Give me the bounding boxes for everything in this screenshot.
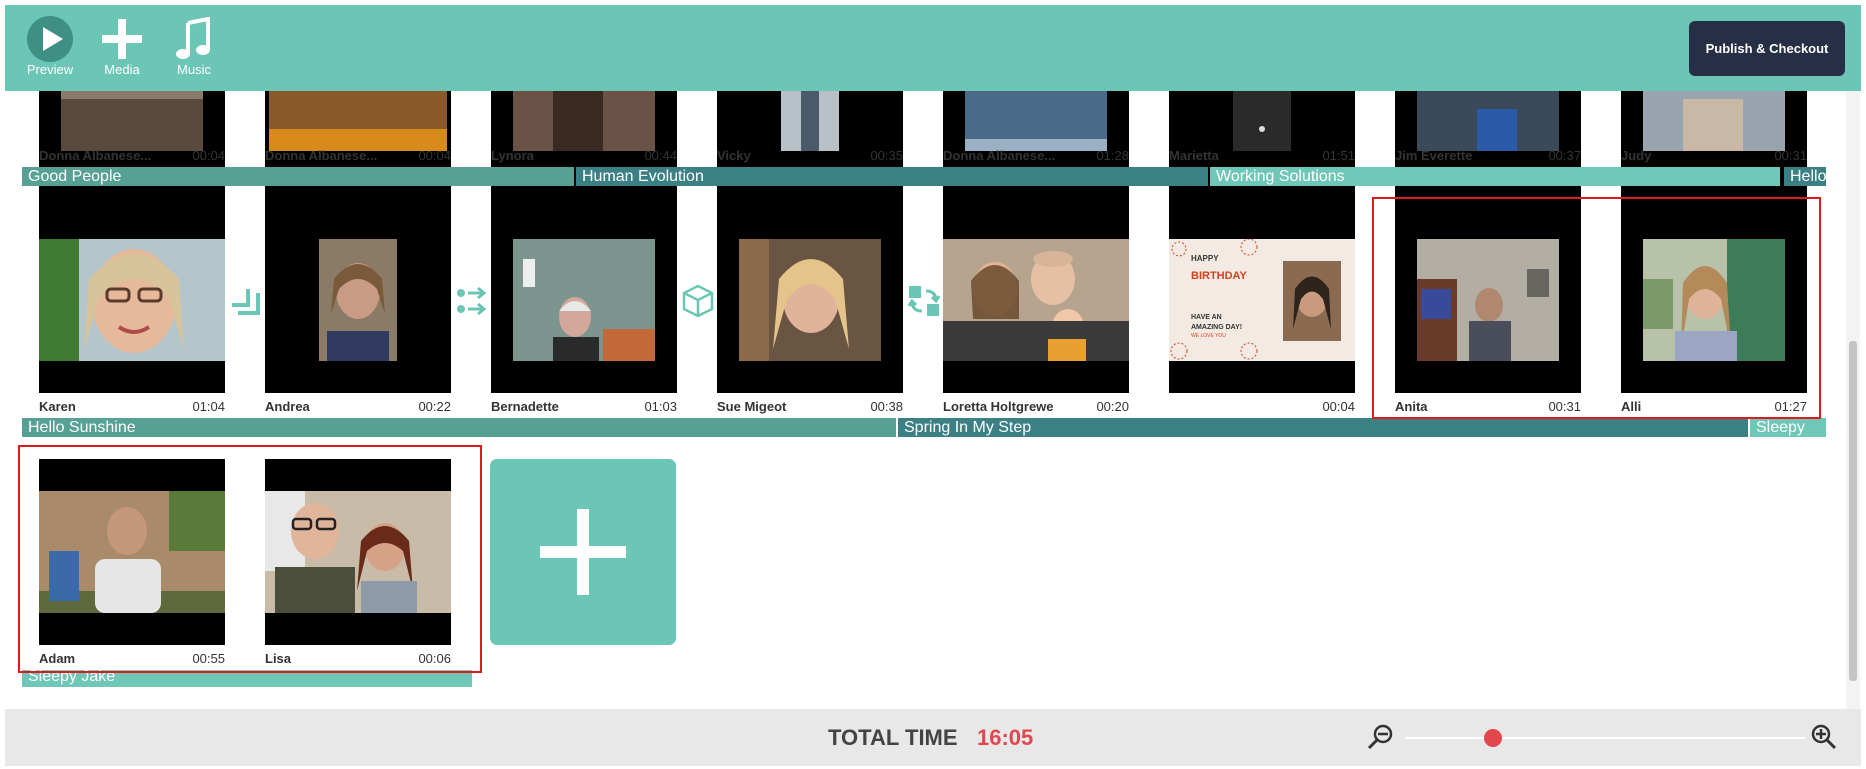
clip-thumbnail[interactable] xyxy=(265,207,451,393)
music-label: Music xyxy=(177,62,211,77)
clip-thumbnail[interactable] xyxy=(1395,207,1581,393)
clip-thumbnail[interactable] xyxy=(39,207,225,393)
preview-label: Preview xyxy=(26,62,74,77)
music-track[interactable]: Hello xyxy=(1784,167,1826,186)
total-time-label: TOTAL TIME xyxy=(828,725,958,750)
clip-name: Anita xyxy=(1395,399,1428,414)
total-time-value: 16:05 xyxy=(977,725,1034,750)
clip-duration: 00:31 xyxy=(1548,399,1581,414)
clip-name: Karen xyxy=(39,399,76,414)
clip-name: Loretta Holtgrewe xyxy=(943,399,1054,414)
video-editor: Preview Media Music Publish & Checkout D… xyxy=(0,0,1866,769)
clip-name: Vicky xyxy=(717,148,751,163)
clip-duration: 00:38 xyxy=(870,399,903,414)
clip-name: Marietta xyxy=(1169,148,1219,163)
clip-thumbnail[interactable] xyxy=(39,459,225,645)
zoom-slider-track[interactable] xyxy=(1405,737,1805,739)
birthday-text: HAVE AN xyxy=(1191,314,1222,321)
clip-name: Judy xyxy=(1621,148,1652,163)
clip-duration: 01:28 xyxy=(1096,148,1129,163)
clip-name: Alli xyxy=(1621,399,1642,414)
clip-name: Lynora xyxy=(491,148,534,163)
music-track[interactable]: Hello Sunshine xyxy=(22,418,896,437)
publish-checkout-button[interactable]: Publish & Checkout xyxy=(1689,21,1845,76)
clip-duration: 01:03 xyxy=(644,399,677,414)
clip-name: Bernadette xyxy=(491,399,559,414)
clip-duration: 00:31 xyxy=(1774,148,1807,163)
birthday-text: HAPPY xyxy=(1191,254,1219,263)
clip-duration: 01:51 xyxy=(1322,148,1355,163)
storyboard: Donna Albanese... 00:04 Donna Albanese..… xyxy=(0,91,1866,709)
music-track[interactable]: Working Solutions xyxy=(1210,167,1780,186)
zoom-out-icon[interactable] xyxy=(1365,722,1395,752)
clip-thumbnail[interactable] xyxy=(1621,207,1807,393)
clip-thumbnail[interactable] xyxy=(717,207,903,393)
media-label: Media xyxy=(104,62,140,77)
vertical-scrollbar[interactable] xyxy=(1846,91,1860,709)
cube-icon[interactable] xyxy=(680,283,716,319)
clip-name: Adam xyxy=(39,651,76,666)
clip-duration: 00:44 xyxy=(644,148,677,163)
clip-name: Donna Albanese... xyxy=(39,148,152,163)
footer-bar: TOTAL TIME 16:05 xyxy=(5,709,1861,766)
birthday-text: WE LOVE YOU xyxy=(1191,333,1226,339)
clip-thumbnail[interactable] xyxy=(491,207,677,393)
birthday-text: AMAZING DAY! xyxy=(1191,324,1242,331)
add-media-button[interactable]: Media xyxy=(87,15,157,77)
play-icon xyxy=(15,15,85,63)
clip-duration: 00:04 xyxy=(418,148,451,163)
clip-duration: 00:04 xyxy=(192,148,225,163)
music-track[interactable]: Sleepy Jake xyxy=(22,670,472,687)
zoom-in-icon[interactable] xyxy=(1809,722,1839,752)
clip-duration: 00:22 xyxy=(418,399,451,414)
music-track[interactable]: Spring In My Step xyxy=(898,418,1748,437)
clip-duration: 01:27 xyxy=(1774,399,1807,414)
top-toolbar: Preview Media Music Publish & Checkout xyxy=(5,5,1861,91)
clip-duration: 00:04 xyxy=(1322,399,1355,414)
birthday-text: BIRTHDAY xyxy=(1191,270,1247,282)
zoom-slider-knob[interactable] xyxy=(1484,729,1502,747)
preview-button[interactable]: Preview xyxy=(15,15,85,77)
music-track[interactable]: Good People xyxy=(22,167,574,186)
clip-name: Andrea xyxy=(265,399,310,414)
clip-duration: 00:37 xyxy=(1548,148,1581,163)
clip-thumbnail[interactable] xyxy=(943,207,1129,393)
scrollbar-thumb[interactable] xyxy=(1849,341,1857,681)
rotate-swap-icon[interactable] xyxy=(906,283,942,319)
music-track[interactable]: Sleepy xyxy=(1750,418,1826,437)
add-media-tile[interactable] xyxy=(490,459,676,645)
clip-duration: 01:04 xyxy=(192,399,225,414)
clip-name: Jim Everette xyxy=(1395,148,1473,163)
clip-name: Lisa xyxy=(265,651,292,666)
clip-thumbnail[interactable]: HAPPY BIRTHDAY HAVE AN AMAZING DAY! WE L… xyxy=(1169,207,1355,393)
clip-duration: 00:55 xyxy=(192,651,225,666)
clip-name: Sue Migeot xyxy=(717,399,787,414)
plus-icon xyxy=(87,15,157,63)
clip-name: Donna Albanese... xyxy=(943,148,1056,163)
music-note-icon xyxy=(159,15,229,63)
corner-wipe-icon[interactable] xyxy=(228,283,264,319)
clip-duration: 00:06 xyxy=(418,651,451,666)
clip-duration: 00:35 xyxy=(870,148,903,163)
plus-icon xyxy=(540,509,626,595)
dots-arrows-icon[interactable] xyxy=(454,283,490,319)
clip-name: Donna Albanese... xyxy=(265,148,378,163)
music-button[interactable]: Music xyxy=(159,15,229,77)
music-track[interactable]: Human Evolution xyxy=(576,167,1208,186)
clip-thumbnail[interactable] xyxy=(265,459,451,645)
clip-duration: 00:20 xyxy=(1096,399,1129,414)
